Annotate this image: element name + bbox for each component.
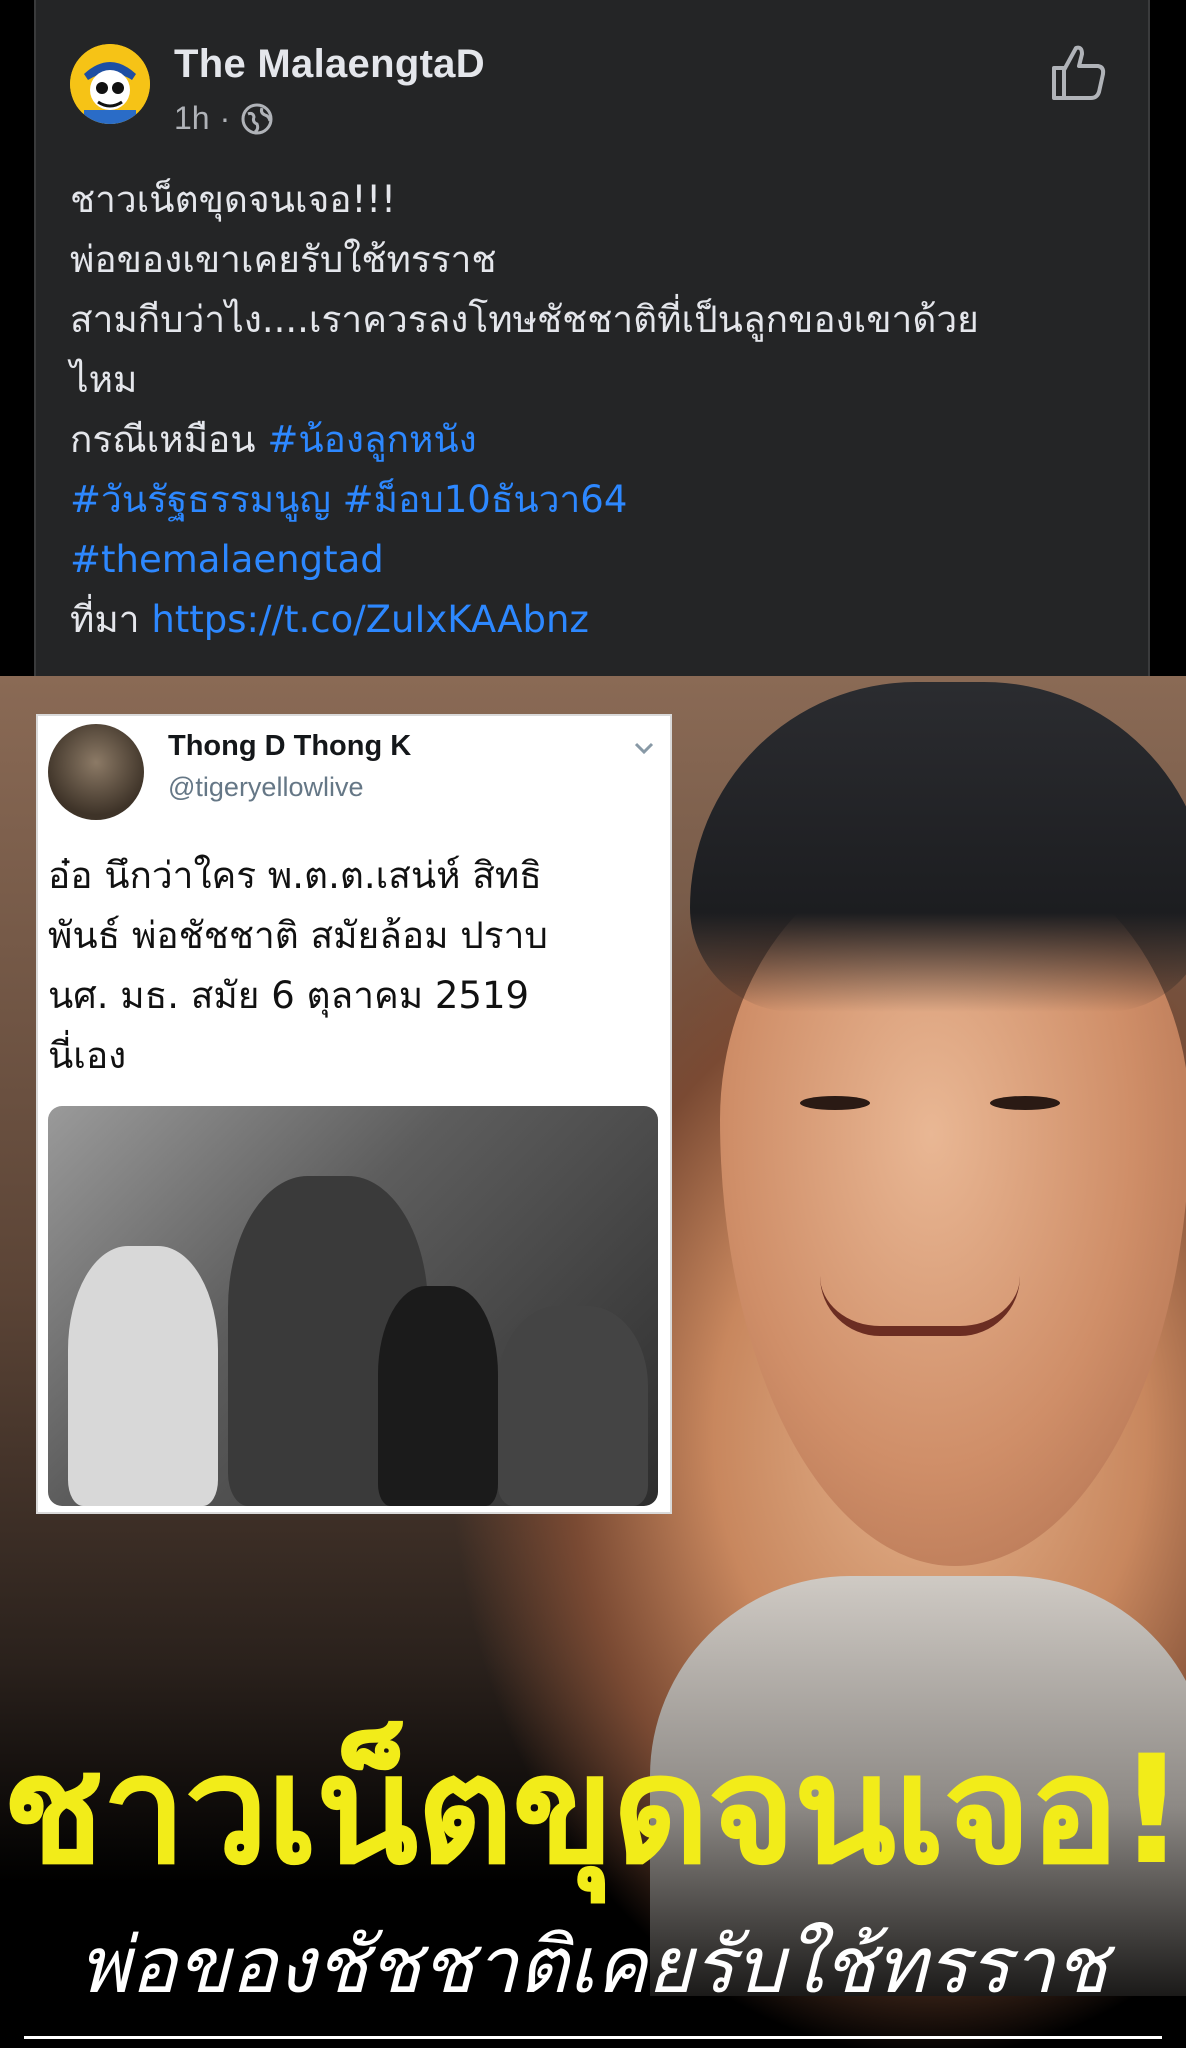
case-prefix: กรณีเหมือน <box>70 418 268 461</box>
post-text: ชาวเน็ตขุดจนเจอ!!! พ่อของเขาเคยรับใช้ทรร… <box>70 170 1130 650</box>
tweet-text-line: นศ. มธ. สมัย 6 ตุลาคม 2519 <box>48 974 530 1017</box>
post-text-line: ไหม <box>70 358 138 401</box>
post-card: The MalaengtaD 1h · ชาวเน็ตขุดจนเจอ!!! พ… <box>34 0 1150 676</box>
hashtag-link[interactable]: #ม็อบ10ธันวา64 <box>343 478 628 521</box>
globe-icon <box>241 103 273 134</box>
post-text-line: พ่อของเขาเคยรับใช้ทรราช <box>70 238 497 281</box>
embedded-tweet: Thong D Thong K @tigeryellowlive อ๋อ นึก… <box>36 714 672 1514</box>
screen: The MalaengtaD 1h · ชาวเน็ตขุดจนเจอ!!! พ… <box>0 0 1186 2048</box>
thumbs-up-icon[interactable] <box>1046 40 1110 104</box>
tweet-text-line: นี่เอง <box>48 1034 127 1077</box>
post-text-line: ชาวเน็ตขุดจนเจอ!!! <box>70 178 396 221</box>
photo-figure <box>68 1246 218 1506</box>
author-name[interactable]: The MalaengtaD <box>174 42 485 87</box>
post-text-line: กรณีเหมือน #น้องลูกหนัง <box>70 410 1130 470</box>
portrait-eye <box>800 1096 870 1110</box>
cartoon-avatar-icon <box>70 44 150 124</box>
photo-figure <box>498 1306 648 1506</box>
meta-separator: · <box>219 100 231 136</box>
tweet-text: อ๋อ นึกว่าใคร พ.ต.ต.เสน่ห์ สิทธิ พันธ์ พ… <box>48 846 658 1086</box>
post-image[interactable]: Thong D Thong K @tigeryellowlive อ๋อ นึก… <box>0 676 1186 2048</box>
subheadline-underline <box>24 2036 1162 2039</box>
post-text-line: #วันรัฐธรรมนูญ #ม็อบ10ธันวา64 <box>70 470 1130 530</box>
post-text-line: สามกีบว่าไง....เราควรลงโทษชัชชาติที่เป็น… <box>70 298 979 341</box>
post-text-line: ที่มา https://t.co/ZuIxKAAbnz <box>70 590 1130 650</box>
image-subheadline: พ่อของชัชชาติเคยรับใช้ทรราช <box>78 1921 1108 2011</box>
tweet-photo <box>48 1106 658 1506</box>
hashtag-link[interactable]: #themalaengtad <box>70 538 384 581</box>
tweet-text-line: อ๋อ นึกว่าใคร พ.ต.ต.เสน่ห์ สิทธิ <box>48 854 542 897</box>
chevron-down-icon <box>634 742 654 755</box>
source-prefix: ที่มา <box>70 598 152 641</box>
photo-figure <box>378 1286 498 1506</box>
tweet-text-line: พันธ์ พ่อชัชชาติ สมัยล้อม ปราบ <box>48 914 548 957</box>
post-text-line: #themalaengtad <box>70 530 1130 590</box>
tweet-author-name: Thong D Thong K <box>168 730 412 762</box>
hashtag-link[interactable]: #วันรัฐธรรมนูญ <box>70 478 331 521</box>
portrait-hair <box>690 682 1186 1012</box>
post-meta: 1h · <box>174 100 274 137</box>
hashtag-link[interactable]: #น้องลูกหนัง <box>267 418 476 461</box>
author-avatar[interactable] <box>70 44 150 124</box>
post-time[interactable]: 1h <box>174 100 210 137</box>
portrait-eye <box>990 1096 1060 1110</box>
tweet-avatar <box>48 724 144 820</box>
tweet-handle: @tigeryellowlive <box>168 772 364 802</box>
image-headline: ชาวเน็ตขุดจนเจอ! <box>2 1724 1186 1898</box>
source-link[interactable]: https://t.co/ZuIxKAAbnz <box>151 598 589 641</box>
portrait-mouth <box>820 1276 1020 1336</box>
